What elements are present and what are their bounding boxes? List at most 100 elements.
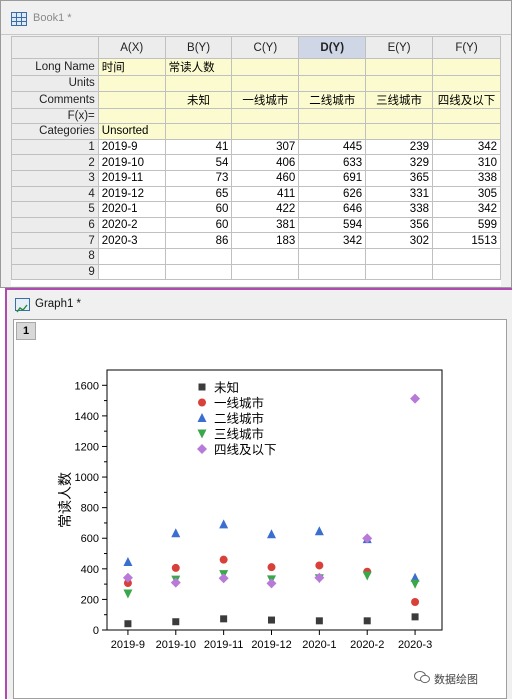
data-cell[interactable]: 691: [298, 169, 367, 187]
legend-marker[interactable]: [198, 383, 206, 391]
meta-cell[interactable]: 未知: [164, 90, 233, 109]
workbook-title-bar[interactable]: Book1 *: [1, 1, 511, 35]
graph-title-bar[interactable]: Graph1 *: [7, 290, 512, 318]
meta-cell[interactable]: [298, 58, 367, 76]
legend-marker[interactable]: [197, 429, 207, 439]
legend-marker[interactable]: [197, 413, 207, 422]
data-cell[interactable]: 54: [164, 154, 233, 171]
data-cell[interactable]: [164, 263, 233, 281]
meta-cell[interactable]: [298, 123, 367, 140]
column-header[interactable]: B(Y): [164, 36, 233, 59]
data-cell[interactable]: 331: [365, 185, 433, 203]
data-point[interactable]: [410, 393, 421, 404]
data-cell[interactable]: [164, 247, 233, 265]
data-cell[interactable]: 338: [365, 201, 433, 218]
row-number[interactable]: 7: [11, 232, 99, 249]
data-cell[interactable]: 183: [231, 232, 300, 249]
data-cell[interactable]: 342: [431, 201, 502, 218]
plot-frame[interactable]: [106, 369, 443, 631]
sheet-corner[interactable]: [11, 36, 99, 59]
worksheet-grid[interactable]: A(X) B(Y) C(Y) D(Y) E(Y) F(Y) Long Name 时间 常读人数 U…: [11, 36, 502, 286]
meta-cell[interactable]: 常读人数: [164, 58, 233, 76]
scatter-chart[interactable]: 0 200 400 600 800 1000 1200 1400 1600 2019-9 2019-…: [14, 320, 508, 700]
data-point[interactable]: [123, 556, 133, 566]
data-cell[interactable]: [431, 247, 502, 265]
data-point[interactable]: [268, 616, 275, 624]
data-cell[interactable]: 2019-11: [97, 169, 166, 187]
meta-cell[interactable]: [365, 107, 433, 125]
data-point[interactable]: [172, 618, 180, 626]
data-cell[interactable]: 445: [298, 138, 367, 156]
data-point[interactable]: [266, 578, 277, 589]
meta-cell[interactable]: [231, 123, 300, 140]
data-cell[interactable]: 239: [365, 138, 433, 156]
column-header[interactable]: A(X): [97, 36, 166, 59]
graph-page[interactable]: 1 0 200 400 600 800 1000 1200 1400 1600 2019-9 201…: [13, 319, 507, 699]
worksheet-table[interactable]: A(X) B(Y) C(Y) D(Y) E(Y) F(Y) Long Name 时间 常读人数 U…: [11, 36, 502, 281]
column-header[interactable]: F(Y): [431, 36, 502, 59]
meta-cell[interactable]: [231, 107, 300, 125]
column-header[interactable]: D(Y): [298, 36, 367, 59]
data-cell[interactable]: [298, 247, 367, 265]
meta-cell[interactable]: [164, 123, 233, 140]
meta-cell[interactable]: [365, 58, 433, 76]
data-cell[interactable]: [97, 263, 166, 281]
data-cell[interactable]: 73: [164, 169, 233, 187]
data-cell[interactable]: [431, 263, 502, 281]
data-cell[interactable]: 302: [365, 232, 433, 249]
row-number[interactable]: 8: [11, 247, 99, 265]
data-cell[interactable]: [365, 263, 433, 281]
data-cell[interactable]: 422: [231, 201, 300, 218]
data-cell[interactable]: 2020-2: [97, 216, 166, 234]
data-cell[interactable]: 342: [431, 138, 502, 156]
data-cell[interactable]: [298, 263, 367, 281]
meta-cell[interactable]: 时间: [97, 58, 166, 76]
workbook-window[interactable]: Book1 * A(X) B(Y) C(Y) D(Y) E(Y) F(Y) Long Nam…: [0, 0, 512, 288]
data-point[interactable]: [123, 589, 133, 599]
data-point[interactable]: [219, 519, 229, 529]
data-cell[interactable]: 2019-9: [97, 138, 166, 156]
row-number[interactable]: 9: [11, 263, 99, 281]
data-cell[interactable]: 381: [231, 216, 300, 234]
data-cell[interactable]: [231, 247, 300, 265]
data-cell[interactable]: 411: [231, 185, 300, 203]
column-header[interactable]: C(Y): [231, 36, 300, 59]
data-point[interactable]: [411, 613, 419, 621]
meta-row-label[interactable]: Units: [11, 75, 99, 92]
meta-cell[interactable]: [164, 107, 233, 125]
data-cell[interactable]: 65: [164, 185, 233, 203]
data-cell[interactable]: 646: [298, 201, 367, 218]
data-cell[interactable]: 2020-3: [97, 232, 166, 249]
meta-cell[interactable]: [431, 75, 502, 92]
data-point[interactable]: [362, 571, 372, 581]
row-number[interactable]: 4: [11, 185, 99, 203]
meta-cell[interactable]: [231, 58, 300, 76]
meta-row-label[interactable]: Comments: [11, 90, 99, 109]
data-cell[interactable]: 365: [365, 169, 433, 187]
data-cell[interactable]: [97, 247, 166, 265]
meta-cell[interactable]: [298, 107, 367, 125]
data-point[interactable]: [411, 598, 420, 607]
data-cell[interactable]: 633: [298, 154, 367, 171]
meta-cell[interactable]: [431, 123, 502, 140]
data-point[interactable]: [315, 617, 323, 625]
data-point[interactable]: [314, 526, 324, 536]
meta-row-label[interactable]: Long Name: [11, 58, 99, 76]
data-cell[interactable]: 2020-1: [97, 201, 166, 218]
data-cell[interactable]: [365, 247, 433, 265]
data-cell[interactable]: 460: [231, 169, 300, 187]
meta-cell[interactable]: [97, 75, 166, 92]
data-cell[interactable]: 60: [164, 216, 233, 234]
meta-row-label[interactable]: F(x)=: [11, 107, 99, 125]
data-cell[interactable]: 356: [365, 216, 433, 234]
meta-cell[interactable]: 四线及以下: [431, 90, 502, 109]
meta-cell[interactable]: [298, 75, 367, 92]
data-cell[interactable]: 2019-12: [97, 185, 166, 203]
column-header[interactable]: E(Y): [365, 36, 433, 59]
data-cell[interactable]: 310: [431, 154, 502, 171]
meta-cell[interactable]: [365, 75, 433, 92]
data-cell[interactable]: 60: [164, 201, 233, 218]
data-point[interactable]: [410, 579, 420, 589]
data-cell[interactable]: 1513: [431, 232, 502, 249]
meta-cell[interactable]: [97, 107, 166, 125]
